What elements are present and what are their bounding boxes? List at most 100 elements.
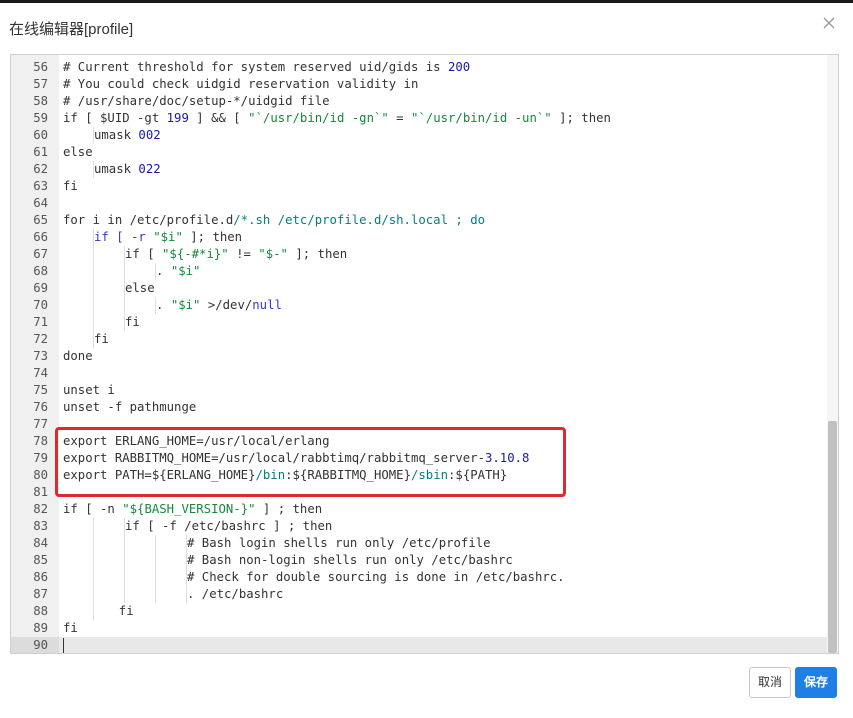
line-number: 90	[11, 637, 59, 653]
line-number: 73	[33, 349, 48, 363]
line-number: 68	[33, 264, 48, 278]
line-number: 78	[33, 434, 48, 448]
save-button[interactable]: 保存	[795, 667, 837, 698]
indent-guide	[93, 552, 94, 569]
code-line[interactable]: 74	[11, 365, 828, 382]
code-line[interactable]: 75 unset i	[11, 382, 828, 399]
line-number: 75	[33, 383, 48, 397]
code-line[interactable]: 89 fi	[11, 620, 828, 637]
line-number: 77	[33, 417, 48, 431]
code-text: unset i	[63, 383, 115, 397]
line-number: 85	[33, 553, 48, 567]
code-text: else	[125, 281, 155, 295]
line-number: 69	[33, 281, 48, 295]
line-number: 65	[33, 213, 48, 227]
code-line[interactable]: 68 . "$i"	[11, 263, 828, 280]
code-line[interactable]: 71 fi	[11, 314, 828, 331]
indent-guide	[155, 552, 156, 569]
code-line[interactable]: 65 for i in /etc/profile.d/*.sh /etc/prof…	[11, 212, 828, 229]
code-line[interactable]: 63 fi	[11, 178, 828, 195]
line-number: 58	[33, 94, 48, 108]
close-icon[interactable]	[821, 15, 837, 31]
indent-guide	[124, 586, 125, 603]
code-line[interactable]: 90	[11, 637, 828, 653]
code-line[interactable]: 79 export RABBITMQ_HOME=/usr/local/rabbti…	[11, 450, 828, 467]
code-text: . "$i"	[156, 264, 201, 278]
code-line[interactable]: 60 umask 002	[11, 127, 828, 144]
code-line[interactable]: 70 . "$i" >/dev/null	[11, 297, 828, 314]
code-line[interactable]: 61 else	[11, 144, 828, 161]
line-number: 80	[33, 468, 48, 482]
line-number: 76	[33, 400, 48, 414]
code-text: for i in /etc/profile.d/*.sh /etc/profil…	[63, 213, 485, 227]
code-line[interactable]: 58 # /usr/share/doc/setup-*/uidgid file	[11, 93, 828, 110]
code-line[interactable]: 81	[11, 484, 828, 501]
code-text: fi	[63, 179, 78, 193]
code-text: if [ -f /etc/bashrc ] ; then	[125, 519, 333, 533]
line-number: 66	[33, 230, 48, 244]
code-line[interactable]: 87 . /etc/bashrc	[11, 586, 828, 603]
code-text: umask 002	[94, 128, 161, 142]
code-line[interactable]: 77	[11, 416, 828, 433]
code-line[interactable]: 72 fi	[11, 331, 828, 348]
line-number: 72	[33, 332, 48, 346]
line-number: 86	[33, 570, 48, 584]
code-line[interactable]: 59 if [ $UID -gt 199 ] && [ "`/usr/bin/id…	[11, 110, 828, 127]
dialog-title: 在线编辑器[profile]	[9, 21, 134, 38]
code-text: if [ "${-#*i}" != "$-" ]; then	[125, 247, 348, 261]
code-lines[interactable]: 56 # Current threshold for system reserve…	[11, 59, 828, 653]
code-text: fi	[118, 604, 134, 618]
line-number: 56	[33, 60, 48, 74]
code-line[interactable]: 57 # You could check uidgid reservation v…	[11, 76, 828, 93]
code-text: # Bash non-login shells run only /etc/ba…	[187, 553, 513, 567]
code-line[interactable]: 76 unset -f pathmunge	[11, 399, 828, 416]
line-number: 83	[33, 519, 48, 533]
vertical-scrollbar[interactable]	[827, 55, 838, 653]
code-text: export ERLANG_HOME=/usr/local/erlang	[63, 434, 330, 448]
code-line[interactable]: 64	[11, 195, 828, 212]
code-editor[interactable]: 56 # Current threshold for system reserve…	[10, 54, 839, 654]
indent-guide	[93, 297, 94, 314]
indent-guide	[93, 586, 94, 603]
code-line[interactable]: 56 # Current threshold for system reserve…	[11, 59, 828, 76]
code-line[interactable]: 88 fi	[11, 603, 828, 620]
indent-guide	[124, 552, 125, 569]
code-line[interactable]: 85 # Bash non-login shells run only /etc/…	[11, 552, 828, 569]
scrollbar-thumb[interactable]	[828, 421, 837, 653]
indent-guide	[93, 314, 94, 331]
code-text: done	[63, 349, 93, 363]
code-line[interactable]: 84 # Bash login shells run only /etc/prof…	[11, 535, 828, 552]
code-line[interactable]: 66 if [ -r "$i" ]; then	[11, 229, 828, 246]
code-line[interactable]: 73 done	[11, 348, 828, 365]
code-line[interactable]: 69 else	[11, 280, 828, 297]
code-line[interactable]: 82 if [ -n "${BASH_VERSION-}" ] ; then	[11, 501, 828, 518]
indent-guide	[155, 586, 156, 603]
code-line[interactable]: 86 # Check for double sourcing is done in…	[11, 569, 828, 586]
line-number: 59	[33, 111, 48, 125]
cancel-button[interactable]: 取消	[749, 667, 791, 698]
code-line[interactable]: 83 if [ -f /etc/bashrc ] ; then	[11, 518, 828, 535]
code-text: # /usr/share/doc/setup-*/uidgid file	[63, 94, 330, 108]
indent-guide	[124, 569, 125, 586]
line-number: 67	[33, 247, 48, 261]
code-line[interactable]: 62 umask 022	[11, 161, 828, 178]
code-text: # Check for double sourcing is done in /…	[187, 570, 565, 584]
code-line[interactable]: 67 if [ "${-#*i}" != "$-" ]; then	[11, 246, 828, 263]
line-number: 81	[33, 485, 48, 499]
code-line[interactable]: 80 export PATH=${ERLANG_HOME}/bin:${RABBI…	[11, 467, 828, 484]
code-text: if [ $UID -gt 199 ] && [ "`/usr/bin/id -…	[63, 111, 611, 125]
indent-guide	[93, 535, 94, 552]
line-number: 79	[33, 451, 48, 465]
code-line[interactable]: 78 export ERLANG_HOME=/usr/local/erlang	[11, 433, 828, 450]
code-text: export RABBITMQ_HOME=/usr/local/rabbtimq…	[63, 451, 530, 465]
line-number: 70	[33, 298, 48, 312]
line-number: 60	[33, 128, 48, 142]
indent-guide	[93, 263, 94, 280]
online-editor-dialog: 在线编辑器[profile] 56 # Current threshold for…	[0, 3, 853, 718]
code-text: if [ -r "$i" ]; then	[94, 230, 243, 244]
line-number: 87	[33, 587, 48, 601]
line-number: 74	[33, 366, 48, 380]
indent-guide	[124, 535, 125, 552]
code-text: fi	[94, 332, 109, 346]
line-number: 82	[33, 502, 48, 516]
